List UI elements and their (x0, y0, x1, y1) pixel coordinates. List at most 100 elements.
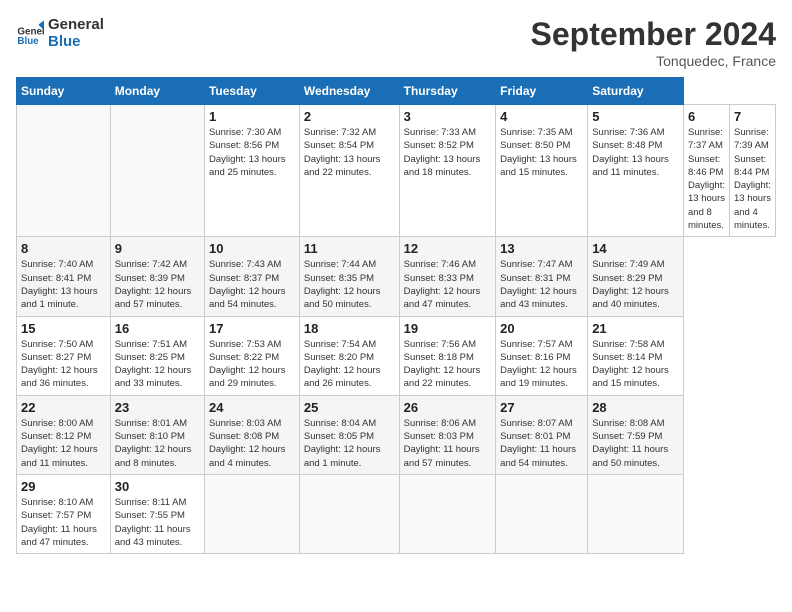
day-number: 29 (21, 479, 106, 494)
day-info: Sunrise: 8:04 AM Sunset: 8:05 PM Dayligh… (304, 417, 395, 470)
day-header-monday: Monday (110, 78, 204, 105)
day-info: Sunrise: 7:54 AM Sunset: 8:20 PM Dayligh… (304, 338, 395, 391)
day-number: 27 (500, 400, 583, 415)
day-number: 23 (115, 400, 200, 415)
day-cell-5: 5 Sunrise: 7:36 AM Sunset: 8:48 PM Dayli… (588, 105, 684, 237)
day-info: Sunrise: 7:50 AM Sunset: 8:27 PM Dayligh… (21, 338, 106, 391)
day-info: Sunrise: 7:39 AM Sunset: 8:44 PM Dayligh… (734, 126, 771, 232)
day-header-saturday: Saturday (588, 78, 684, 105)
day-cell-4: 4 Sunrise: 7:35 AM Sunset: 8:50 PM Dayli… (496, 105, 588, 237)
calendar-week-2: 8 Sunrise: 7:40 AM Sunset: 8:41 PM Dayli… (17, 237, 776, 316)
empty-cell (110, 105, 204, 237)
sunrise-text: Sunrise: 7:33 AM (404, 126, 492, 139)
page-header: General Blue General Blue September 2024… (16, 16, 776, 69)
sunrise-text: Sunrise: 8:03 AM (209, 417, 295, 430)
daylight-text: Daylight: 12 hours and 36 minutes. (21, 364, 106, 391)
sunrise-text: Sunrise: 7:32 AM (304, 126, 395, 139)
sunrise-text: Sunrise: 7:40 AM (21, 258, 106, 271)
day-cell-20: 20 Sunrise: 7:57 AM Sunset: 8:16 PM Dayl… (496, 316, 588, 395)
day-number: 8 (21, 241, 106, 256)
sunrise-text: Sunrise: 7:44 AM (304, 258, 395, 271)
day-header-sunday: Sunday (17, 78, 111, 105)
day-info: Sunrise: 8:00 AM Sunset: 8:12 PM Dayligh… (21, 417, 106, 470)
day-cell-22: 22 Sunrise: 8:00 AM Sunset: 8:12 PM Dayl… (17, 395, 111, 474)
sunset-text: Sunset: 8:52 PM (404, 139, 492, 152)
day-info: Sunrise: 8:07 AM Sunset: 8:01 PM Dayligh… (500, 417, 583, 470)
calendar-week-4: 22 Sunrise: 8:00 AM Sunset: 8:12 PM Dayl… (17, 395, 776, 474)
sunset-text: Sunset: 8:16 PM (500, 351, 583, 364)
sunset-text: Sunset: 8:44 PM (734, 153, 771, 180)
sunrise-text: Sunrise: 7:30 AM (209, 126, 295, 139)
sunset-text: Sunset: 8:25 PM (115, 351, 200, 364)
logo-line1: General (48, 16, 104, 33)
daylight-text: Daylight: 13 hours and 18 minutes. (404, 153, 492, 180)
day-cell-12: 12 Sunrise: 7:46 AM Sunset: 8:33 PM Dayl… (399, 237, 496, 316)
sunrise-text: Sunrise: 8:01 AM (115, 417, 200, 430)
sunrise-text: Sunrise: 7:47 AM (500, 258, 583, 271)
day-info: Sunrise: 8:11 AM Sunset: 7:55 PM Dayligh… (115, 496, 200, 549)
sunrise-text: Sunrise: 7:42 AM (115, 258, 200, 271)
day-header-friday: Friday (496, 78, 588, 105)
day-number: 6 (688, 109, 725, 124)
sunset-text: Sunset: 8:01 PM (500, 430, 583, 443)
empty-cell (204, 474, 299, 553)
sunset-text: Sunset: 8:18 PM (404, 351, 492, 364)
sunset-text: Sunset: 8:37 PM (209, 272, 295, 285)
sunrise-text: Sunrise: 7:43 AM (209, 258, 295, 271)
daylight-text: Daylight: 11 hours and 43 minutes. (115, 523, 200, 550)
daylight-text: Daylight: 13 hours and 22 minutes. (304, 153, 395, 180)
daylight-text: Daylight: 12 hours and 50 minutes. (304, 285, 395, 312)
daylight-text: Daylight: 12 hours and 40 minutes. (592, 285, 679, 312)
day-cell-25: 25 Sunrise: 8:04 AM Sunset: 8:05 PM Dayl… (299, 395, 399, 474)
day-number: 9 (115, 241, 200, 256)
calendar-header-row: SundayMondayTuesdayWednesdayThursdayFrid… (17, 78, 776, 105)
day-number: 10 (209, 241, 295, 256)
day-number: 18 (304, 321, 395, 336)
sunrise-text: Sunrise: 7:57 AM (500, 338, 583, 351)
day-info: Sunrise: 7:56 AM Sunset: 8:18 PM Dayligh… (404, 338, 492, 391)
day-cell-19: 19 Sunrise: 7:56 AM Sunset: 8:18 PM Dayl… (399, 316, 496, 395)
sunset-text: Sunset: 8:46 PM (688, 153, 725, 180)
day-info: Sunrise: 7:35 AM Sunset: 8:50 PM Dayligh… (500, 126, 583, 179)
day-number: 21 (592, 321, 679, 336)
day-number: 19 (404, 321, 492, 336)
day-cell-15: 15 Sunrise: 7:50 AM Sunset: 8:27 PM Dayl… (17, 316, 111, 395)
sunset-text: Sunset: 8:22 PM (209, 351, 295, 364)
sunrise-text: Sunrise: 7:39 AM (734, 126, 771, 153)
day-info: Sunrise: 7:30 AM Sunset: 8:56 PM Dayligh… (209, 126, 295, 179)
daylight-text: Daylight: 13 hours and 11 minutes. (592, 153, 679, 180)
logo-line2: Blue (48, 33, 104, 50)
day-info: Sunrise: 7:42 AM Sunset: 8:39 PM Dayligh… (115, 258, 200, 311)
day-cell-29: 29 Sunrise: 8:10 AM Sunset: 7:57 PM Dayl… (17, 474, 111, 553)
daylight-text: Daylight: 12 hours and 22 minutes. (404, 364, 492, 391)
calendar-week-3: 15 Sunrise: 7:50 AM Sunset: 8:27 PM Dayl… (17, 316, 776, 395)
sunset-text: Sunset: 8:39 PM (115, 272, 200, 285)
day-number: 11 (304, 241, 395, 256)
logo: General Blue General Blue (16, 16, 104, 50)
sunrise-text: Sunrise: 8:04 AM (304, 417, 395, 430)
day-info: Sunrise: 7:36 AM Sunset: 8:48 PM Dayligh… (592, 126, 679, 179)
sunrise-text: Sunrise: 8:00 AM (21, 417, 106, 430)
daylight-text: Daylight: 12 hours and 54 minutes. (209, 285, 295, 312)
sunset-text: Sunset: 8:14 PM (592, 351, 679, 364)
sunset-text: Sunset: 8:12 PM (21, 430, 106, 443)
empty-cell (399, 474, 496, 553)
daylight-text: Daylight: 12 hours and 1 minute. (304, 443, 395, 470)
daylight-text: Daylight: 13 hours and 15 minutes. (500, 153, 583, 180)
day-number: 5 (592, 109, 679, 124)
sunset-text: Sunset: 8:50 PM (500, 139, 583, 152)
day-info: Sunrise: 7:53 AM Sunset: 8:22 PM Dayligh… (209, 338, 295, 391)
day-number: 4 (500, 109, 583, 124)
daylight-text: Daylight: 11 hours and 50 minutes. (592, 443, 679, 470)
day-info: Sunrise: 7:43 AM Sunset: 8:37 PM Dayligh… (209, 258, 295, 311)
day-cell-3: 3 Sunrise: 7:33 AM Sunset: 8:52 PM Dayli… (399, 105, 496, 237)
daylight-text: Daylight: 12 hours and 43 minutes. (500, 285, 583, 312)
day-number: 25 (304, 400, 395, 415)
day-number: 17 (209, 321, 295, 336)
day-cell-13: 13 Sunrise: 7:47 AM Sunset: 8:31 PM Dayl… (496, 237, 588, 316)
sunset-text: Sunset: 7:59 PM (592, 430, 679, 443)
day-info: Sunrise: 8:08 AM Sunset: 7:59 PM Dayligh… (592, 417, 679, 470)
empty-cell (17, 105, 111, 237)
day-cell-18: 18 Sunrise: 7:54 AM Sunset: 8:20 PM Dayl… (299, 316, 399, 395)
calendar-table: SundayMondayTuesdayWednesdayThursdayFrid… (16, 77, 776, 554)
